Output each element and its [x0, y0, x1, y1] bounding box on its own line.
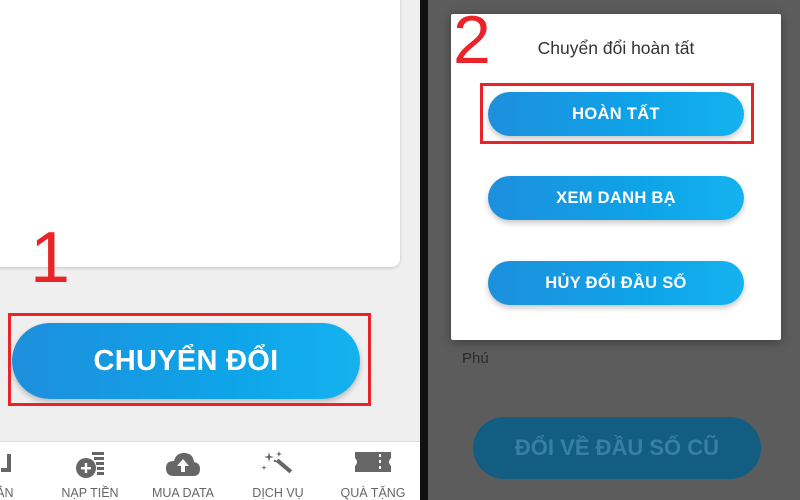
gift-ticket-icon — [355, 450, 391, 479]
topup-coins-icon — [74, 450, 106, 485]
highlight-box-convert — [8, 313, 371, 406]
account-icon — [0, 450, 13, 481]
nav-label: OẢN — [0, 486, 14, 500]
nav-item-gifts[interactable]: QUÀ TẶNG — [332, 442, 414, 500]
nav-item-services[interactable]: DỊCH VỤ — [240, 442, 316, 500]
cloud-upload-icon — [165, 450, 201, 483]
bottom-nav: OẢN NẠP TIỀN — [0, 441, 420, 500]
cancel-number-change-button[interactable]: HỦY ĐỔI ĐẦU SỐ — [488, 261, 744, 305]
nav-label: QUÀ TẶNG — [340, 486, 406, 500]
revert-number-button: ĐỔI VỀ ĐẦU SỐ CŨ — [473, 417, 761, 479]
panel-divider — [420, 0, 428, 500]
magic-wand-icon — [261, 450, 295, 483]
step-number-1: 1 — [30, 218, 71, 298]
background-text: Phú — [462, 350, 489, 367]
nav-label: DỊCH VỤ — [252, 486, 304, 500]
nav-item-account[interactable]: OẢN — [0, 442, 30, 500]
nav-label: NẠP TIỀN — [61, 486, 119, 500]
step-number-2: 2 — [453, 2, 491, 78]
highlight-box-done — [480, 83, 754, 144]
nav-label: MUA DATA — [151, 486, 215, 500]
nav-item-topup[interactable]: NẠP TIỀN — [55, 442, 125, 500]
dialog-title: Chuyển đổi hoàn tất — [537, 38, 695, 58]
nav-item-buy-data[interactable]: MUA DATA — [143, 442, 223, 500]
view-contacts-button[interactable]: XEM DANH BẠ — [488, 176, 744, 220]
